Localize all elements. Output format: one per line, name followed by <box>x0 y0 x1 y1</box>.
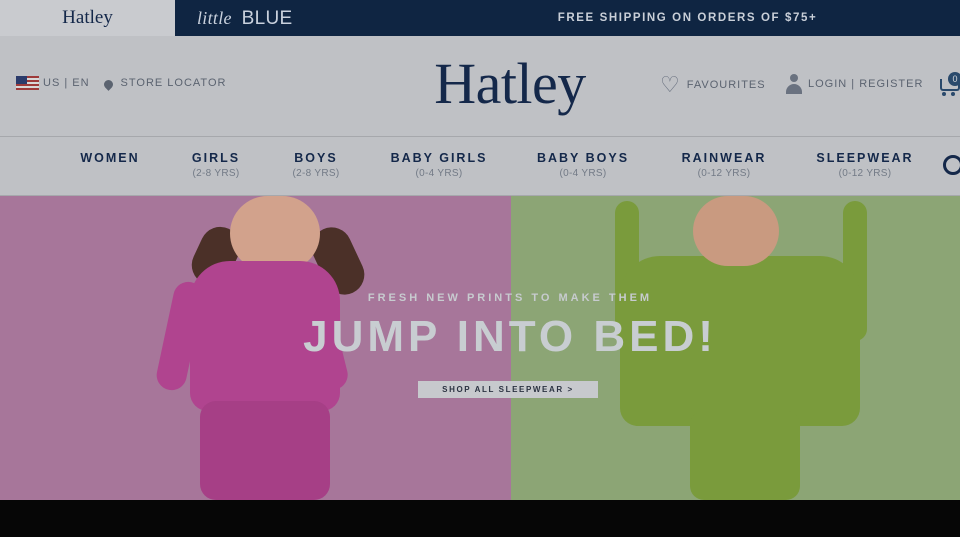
cart-button[interactable]: 0 <box>938 72 960 96</box>
hero-banner[interactable]: FRESH NEW PRINTS TO MAKE THEM JUMP INTO … <box>0 196 960 500</box>
hero-kicker: FRESH NEW PRINTS TO MAKE THEM <box>367 292 653 304</box>
login-register-link[interactable]: LOGIN | REGISTER <box>786 74 923 94</box>
nav-label: RAINWEAR <box>681 151 767 165</box>
bottom-banner-strip <box>0 500 960 537</box>
brand-tab-little-label: little <box>197 8 232 28</box>
brand-tab-hatley-label: Hatley <box>62 7 113 28</box>
cart-wheel-icon <box>951 92 955 96</box>
nav-label: BABY GIRLS <box>390 151 488 165</box>
store-locator-link[interactable]: STORE LOCATOR <box>121 77 227 89</box>
hero-title: JUMP INTO BED! <box>303 312 717 361</box>
nav-label: BABY BOYS <box>536 151 630 165</box>
nav-sublabel: (0-12 YRS) <box>838 168 892 179</box>
shop-sleepwear-button[interactable]: SHOP ALL SLEEPWEAR > <box>418 381 598 398</box>
nav-label: SLEEPWEAR <box>816 151 914 165</box>
heart-icon: ♡ <box>660 72 681 97</box>
location-pin-icon <box>101 77 115 91</box>
nav-sublabel: (0-4 YRS) <box>415 168 463 179</box>
nav-sublabel: (2-8 YRS) <box>192 168 240 179</box>
us-flag-icon <box>16 76 39 90</box>
girl-head <box>230 196 320 271</box>
login-register-label: LOGIN | REGISTER <box>808 78 924 90</box>
hatley-logo[interactable]: Hatley <box>380 50 640 117</box>
brand-tab-little-blue-house[interactable]: little BLUE HOUSE <box>175 0 355 66</box>
nav-item-rainwear[interactable]: RAINWEAR (0-12 YRS) <box>672 151 776 179</box>
favourites-label: FAVOURITES <box>686 79 766 91</box>
girl-pajama-pants <box>200 401 330 500</box>
favourites-link[interactable]: ♡ FAVOURITES <box>660 74 766 96</box>
nav-label: WOMEN <box>80 151 140 165</box>
cart-wheel-icon <box>942 92 946 96</box>
search-icon[interactable] <box>943 155 960 175</box>
nav-item-baby-boys[interactable]: BABY BOYS (0-4 YRS) <box>528 151 638 179</box>
nav-sublabel: (2-8 YRS) <box>292 168 340 179</box>
nav-sublabel: (0-4 YRS) <box>559 168 607 179</box>
nav-item-boys[interactable]: BOYS (2-8 YRS) <box>280 151 352 179</box>
boy-head <box>693 196 779 266</box>
top-bar: Hatley little BLUE HOUSE FREE SHIPPING O… <box>0 0 960 66</box>
nav-item-baby-girls[interactable]: BABY GIRLS (0-4 YRS) <box>382 151 496 179</box>
free-shipping-promo[interactable]: FREE SHIPPING ON ORDERS OF $75+ <box>460 0 915 36</box>
user-icon <box>786 74 802 94</box>
nav-item-girls[interactable]: GIRLS (2-8 YRS) <box>180 151 252 179</box>
cart-count-badge: 0 <box>948 72 960 86</box>
nav-label: BOYS <box>294 151 338 165</box>
nav-label: GIRLS <box>191 151 241 165</box>
brand-tab-hatley[interactable]: Hatley <box>0 0 175 36</box>
locale-selector[interactable]: US | EN STORE LOCATOR <box>16 76 227 91</box>
main-navigation: WOMEN GIRLS (2-8 YRS) BOYS (2-8 YRS) BAB… <box>0 137 960 196</box>
boy-pajama-pants <box>690 411 800 500</box>
nav-item-women[interactable]: WOMEN <box>72 151 148 165</box>
nav-sublabel: (0-12 YRS) <box>697 168 751 179</box>
site-header: US | EN STORE LOCATOR Hatley ♡ FAVOURITE… <box>0 36 960 137</box>
nav-item-sleepwear[interactable]: SLEEPWEAR (0-12 YRS) <box>808 151 922 179</box>
locale-label: US | EN <box>43 77 90 89</box>
